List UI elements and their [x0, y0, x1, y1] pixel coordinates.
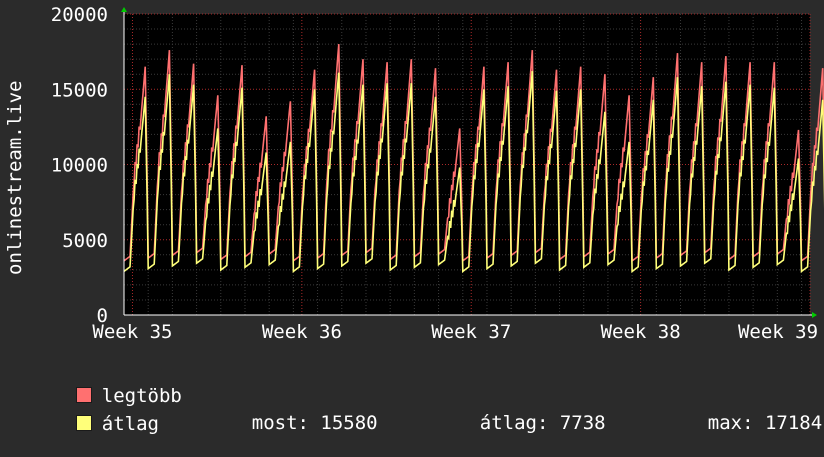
stat-max: max: 17184	[662, 390, 822, 456]
stat-max-value: 17184	[764, 412, 823, 434]
y-tick-label: 5000	[62, 230, 108, 252]
chart-root: 0 5000 10000 15000 20000 Week 35 Week 36 Week …	[0, 0, 824, 435]
y-axis-arrow-icon	[121, 7, 127, 12]
x-tick-label: Week 36	[262, 321, 342, 343]
y-tick-labels: 05000100001500020000	[51, 4, 108, 327]
legend-item-atlag: átlag	[30, 391, 159, 457]
x-tick-labels: Week 35 Week 36 Week 37 Week 38 Week 39	[92, 321, 818, 343]
y-tick-label: 15000	[51, 79, 108, 101]
stat-most-value: 15580	[320, 412, 378, 434]
y-tick-label: 10000	[51, 155, 108, 177]
x-axis-arrow-icon	[812, 312, 817, 318]
legend-label-atlag: átlag	[101, 413, 159, 435]
stat-most-label: most:	[251, 412, 309, 434]
x-tick-label: Week 39	[738, 321, 818, 343]
legend-swatch-atlag	[75, 415, 92, 431]
stat-most: most: 15580	[206, 390, 378, 456]
x-tick-label: Week 38	[601, 321, 681, 343]
x-tick-label: Week 35	[92, 321, 172, 343]
y-axis-label: onlinestream.live	[4, 81, 26, 275]
stat-atlag-label: átlag:	[479, 412, 549, 434]
x-tick-label: Week 37	[431, 321, 511, 343]
stat-atlag: átlag: 7738	[434, 390, 606, 456]
y-tick-label: 20000	[51, 4, 108, 26]
stat-atlag-value: 7738	[559, 412, 606, 434]
stat-max-label: max:	[707, 412, 754, 434]
